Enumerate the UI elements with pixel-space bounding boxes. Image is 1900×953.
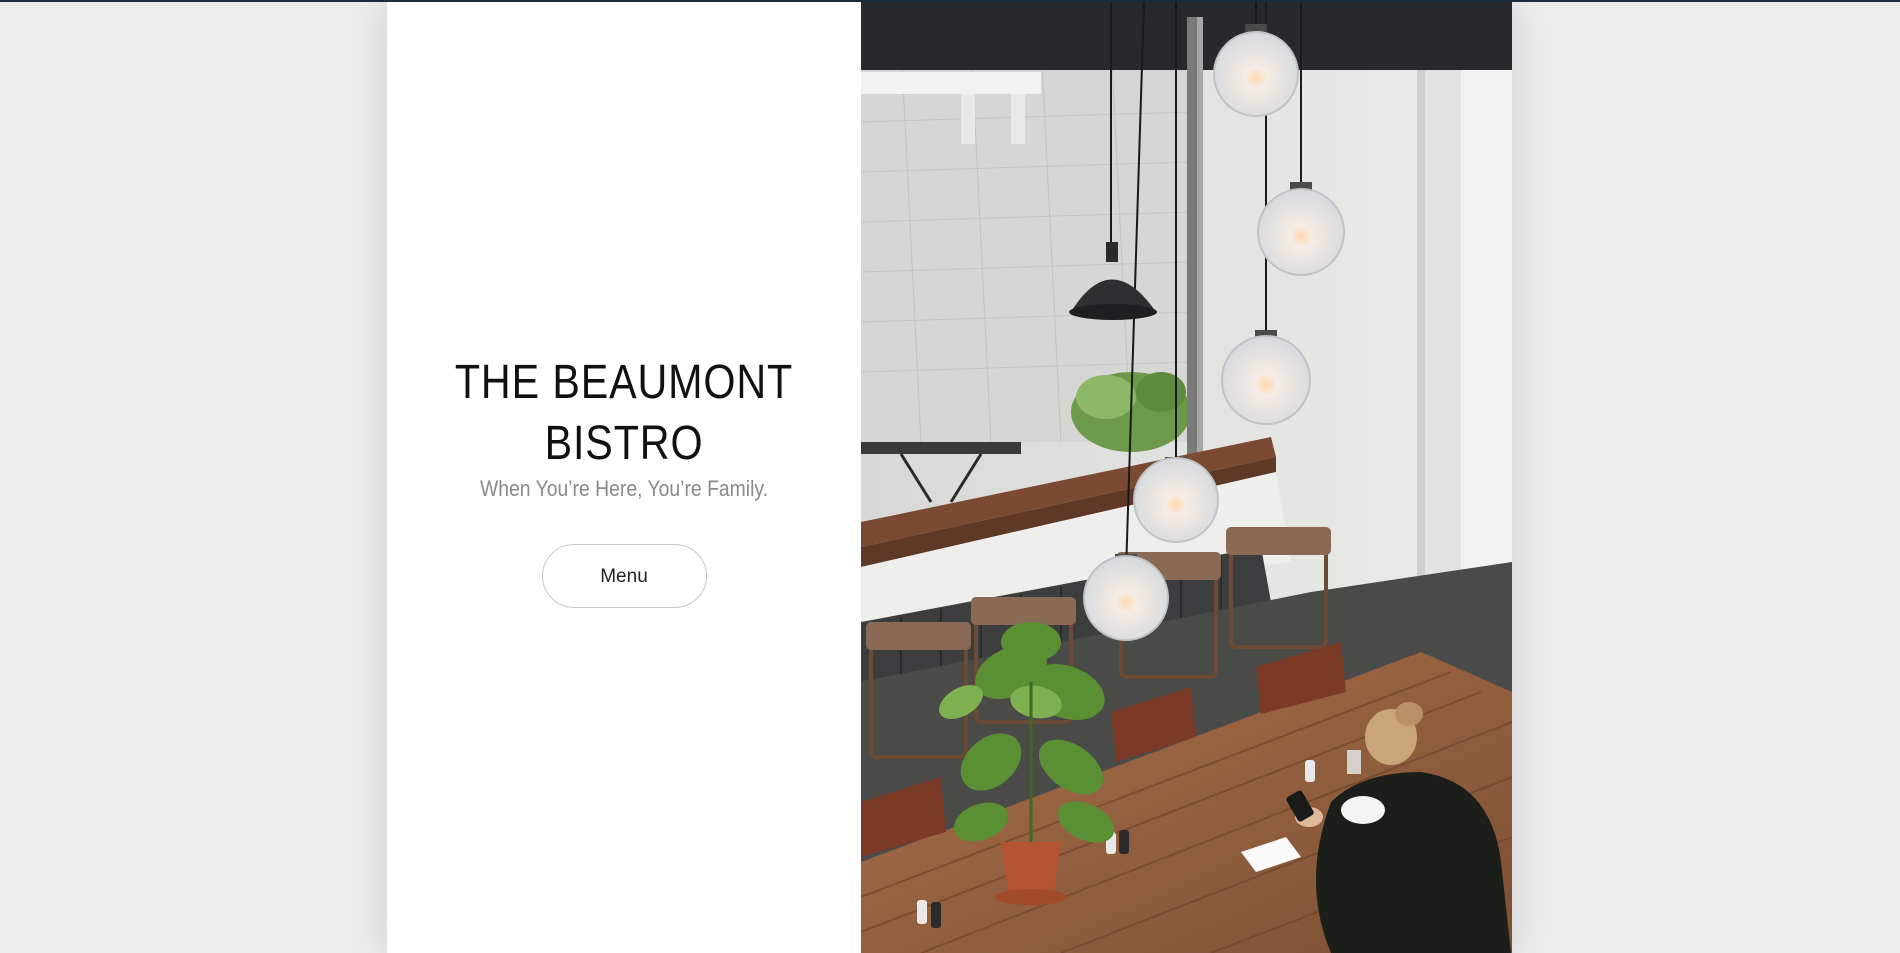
intro-panel: THE BEAUMONT BISTRO When You’re Here, Yo…	[387, 2, 861, 953]
hero-text-block: THE BEAUMONT BISTRO When You’re Here, Yo…	[387, 352, 861, 608]
tagline: When You’re Here, You’re Family.	[479, 476, 769, 501]
page-container: THE BEAUMONT BISTRO When You’re Here, Yo…	[387, 2, 1512, 953]
title-line-2: BISTRO	[544, 417, 704, 470]
menu-button[interactable]: Menu	[541, 544, 707, 608]
hero-image	[861, 2, 1512, 953]
title-line-1: THE BEAUMONT	[454, 356, 794, 409]
page-title: THE BEAUMONT BISTRO	[420, 352, 828, 474]
